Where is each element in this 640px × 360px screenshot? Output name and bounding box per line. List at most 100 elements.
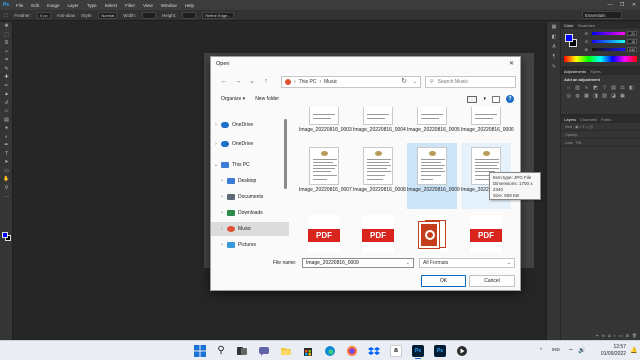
clone-stamp-tool-icon[interactable]: ▲: [0, 90, 13, 99]
tab-channels[interactable]: Channels: [580, 117, 597, 122]
brush-tool-icon[interactable]: ✏: [0, 82, 13, 91]
firefox-icon[interactable]: [346, 345, 358, 357]
organize-button[interactable]: Organize ▾: [221, 96, 245, 102]
channel-g-slider[interactable]: [592, 39, 625, 43]
ok-button[interactable]: OK: [421, 275, 466, 287]
chevron-down-icon[interactable]: ⌄: [507, 259, 511, 268]
menu-filter[interactable]: Filter: [121, 3, 139, 8]
blur-tool-icon[interactable]: ●: [0, 124, 13, 133]
levels-icon[interactable]: ▥: [574, 85, 581, 91]
properties-panel-icon[interactable]: ◧: [547, 32, 561, 42]
channel-mixer-icon[interactable]: ◍: [574, 93, 581, 99]
nav-onedrive-1[interactable]: › OneDrive: [211, 118, 289, 132]
feather-input[interactable]: 0 px: [37, 11, 51, 19]
back-button[interactable]: ←: [217, 76, 231, 88]
cancel-button[interactable]: Cancel: [469, 275, 515, 287]
channel-r-slider[interactable]: [592, 31, 625, 35]
chevron-right-icon[interactable]: ›: [217, 226, 227, 232]
tab-swatches[interactable]: Swatches: [578, 23, 595, 28]
task-view-icon[interactable]: [236, 345, 248, 357]
photoshop-secondary-icon[interactable]: Ps: [434, 345, 446, 357]
vibrance-icon[interactable]: ▽: [601, 85, 608, 91]
style-select[interactable]: Normal: [98, 11, 118, 19]
exposure-icon[interactable]: ◩: [592, 85, 599, 91]
store-icon[interactable]: [302, 345, 314, 357]
photoshop-logo[interactable]: Ps: [0, 0, 12, 10]
menu-layer[interactable]: Layer: [64, 3, 83, 8]
tray-overflow-chevron[interactable]: ^: [540, 347, 542, 352]
new-folder-button[interactable]: New folder: [255, 96, 279, 102]
up-button[interactable]: ↑: [259, 76, 273, 88]
menu-select[interactable]: Select: [101, 3, 122, 8]
zoom-tool-icon[interactable]: ⚲: [0, 184, 13, 193]
pen-tool-icon[interactable]: ✒: [0, 141, 13, 150]
hand-tool-icon[interactable]: ✋: [0, 175, 13, 184]
marquee-tool-icon[interactable]: ⬚: [4, 12, 8, 18]
tab-layers[interactable]: Layers: [564, 117, 576, 122]
black-white-icon[interactable]: ◧: [628, 85, 635, 91]
chevron-down-icon[interactable]: ⌄: [406, 259, 410, 268]
posterize-icon[interactable]: ▨: [601, 93, 608, 99]
channel-r-value[interactable]: 21: [627, 30, 637, 36]
refresh-icon[interactable]: ↻: [398, 76, 410, 88]
recent-locations-button[interactable]: ⌄: [245, 76, 259, 88]
more-tools-icon[interactable]: …: [0, 192, 13, 201]
nav-documents[interactable]: › Documents: [211, 190, 289, 204]
file-tile[interactable]: PDF: [299, 211, 349, 252]
tab-styles[interactable]: Styles: [590, 69, 601, 74]
menu-type[interactable]: Type: [83, 3, 101, 8]
selective-color-icon[interactable]: ▣: [619, 93, 626, 99]
file-tile-selected[interactable]: Image_20220816_0009: [407, 143, 460, 209]
invert-icon[interactable]: ◨: [592, 93, 599, 99]
healing-brush-tool-icon[interactable]: ✚: [0, 73, 13, 82]
new-layer-icon[interactable]: ⊞: [626, 333, 629, 340]
nav-onedrive-2[interactable]: › OneDrive: [211, 137, 289, 151]
preview-pane-icon[interactable]: [492, 95, 500, 103]
dropbox-icon[interactable]: [368, 345, 380, 357]
eyedropper-tool-icon[interactable]: ✎: [0, 65, 13, 74]
close-app-button[interactable]: ✕: [628, 0, 640, 10]
view-options-icon[interactable]: [467, 95, 478, 103]
notification-bell-icon[interactable]: 🔔: [630, 347, 637, 354]
forward-button[interactable]: →: [231, 76, 245, 88]
gradient-tool-icon[interactable]: ▤: [0, 116, 13, 125]
photoshop-taskbar-icon[interactable]: Ps: [412, 345, 424, 357]
link-layers-icon[interactable]: ⚭: [595, 333, 598, 340]
shape-tool-icon[interactable]: ▭: [0, 167, 13, 176]
nav-downloads[interactable]: › Downloads: [211, 206, 289, 220]
type-tool-icon[interactable]: T: [0, 150, 13, 159]
path-selection-tool-icon[interactable]: ➤: [0, 158, 13, 167]
file-tile[interactable]: Image_20220816_0007: [299, 143, 352, 209]
file-tile[interactable]: Image_20220816_0008: [353, 143, 406, 209]
file-tile[interactable]: PDF: [461, 211, 511, 252]
tab-paths[interactable]: Paths: [601, 117, 611, 122]
search-placeholder[interactable]: Search Music: [438, 79, 468, 85]
foreground-color-swatch[interactable]: [2, 232, 8, 238]
magic-wand-tool-icon[interactable]: ✧: [0, 48, 13, 57]
layer-style-icon[interactable]: fx: [602, 333, 605, 340]
nav-scrollbar[interactable]: [284, 119, 287, 189]
adjustment-layer-icon[interactable]: ◐: [613, 333, 615, 340]
start-button[interactable]: [194, 345, 206, 357]
menu-window[interactable]: Window: [157, 3, 181, 8]
group-icon[interactable]: ▭: [619, 333, 623, 340]
restore-button[interactable]: ❐: [616, 0, 628, 10]
workspace-select[interactable]: Essentials: [582, 11, 622, 19]
channel-g-value[interactable]: 19: [627, 38, 637, 44]
chevron-right-icon[interactable]: ›: [217, 242, 227, 248]
hue-saturation-icon[interactable]: ▤: [610, 85, 617, 91]
dialog-close-button[interactable]: ✕: [509, 60, 514, 67]
file-explorer-icon[interactable]: [280, 345, 292, 357]
help-icon[interactable]: ?: [506, 95, 514, 103]
clock[interactable]: 12:57 01/09/2022: [596, 344, 626, 358]
volume-icon[interactable]: 🔊: [578, 347, 585, 354]
antialias-checkbox[interactable]: Anti-alias: [57, 13, 76, 18]
search-box[interactable]: ⚲ Search Music: [425, 76, 516, 88]
character-panel-icon[interactable]: A: [547, 42, 561, 52]
channel-b-value[interactable]: 242: [627, 46, 637, 52]
chevron-right-icon[interactable]: ›: [211, 141, 221, 147]
menu-view[interactable]: View: [139, 3, 157, 8]
paragraph-panel-icon[interactable]: ¶: [547, 52, 561, 62]
minimize-button[interactable]: —: [604, 0, 616, 10]
nav-this-pc[interactable]: ⌄ This PC: [211, 158, 289, 172]
